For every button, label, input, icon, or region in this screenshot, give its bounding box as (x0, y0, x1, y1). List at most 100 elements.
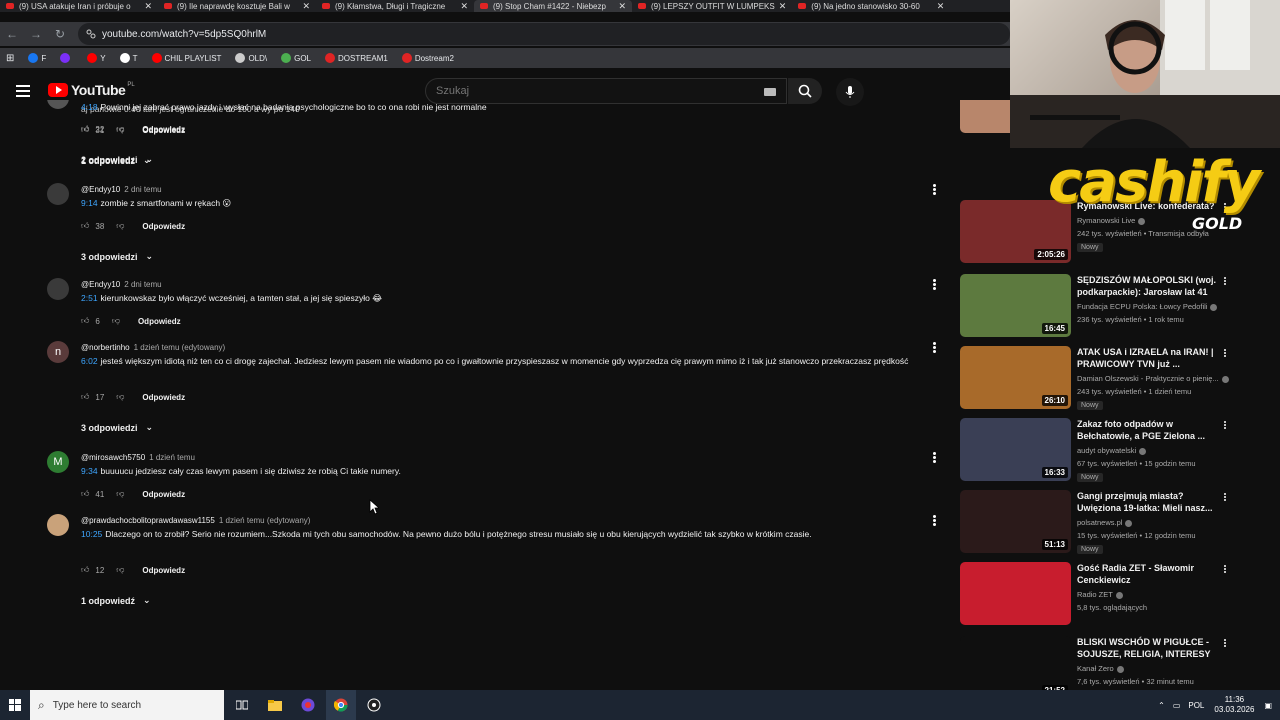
bookmark-item[interactable]: CHIL PLAYLIST (151, 53, 221, 63)
language-indicator[interactable]: POL (1188, 701, 1204, 710)
dislike-icon[interactable]: 👎︎ (116, 565, 124, 575)
video-channel[interactable]: Damian Olszewski - Praktycznie o pienię.… (1077, 374, 1229, 383)
like-icon[interactable]: 👍︎ (81, 565, 89, 575)
taskbar-search[interactable]: ⌕ Type here to search (30, 690, 224, 720)
video-thumbnail[interactable] (960, 562, 1071, 625)
dislike-icon[interactable]: 👎︎ (116, 392, 124, 402)
comment-author[interactable]: @Endyy10 (81, 185, 120, 194)
notification-icon[interactable]: ▣ (1264, 701, 1272, 710)
like-icon[interactable]: 👍︎ (81, 125, 89, 135)
app-icon[interactable] (293, 690, 323, 720)
video-title[interactable]: Gangi przejmują miasta? Uwięziona 19-lat… (1077, 490, 1217, 514)
reply-button[interactable]: Odpowiedz (142, 222, 185, 231)
youtube-logo[interactable]: YouTube PL (48, 82, 135, 98)
browser-tab[interactable]: (9) Stop Cham #1422 - Niebezp ✕ (474, 0, 632, 12)
site-info-icon[interactable] (86, 29, 96, 39)
close-tab-icon[interactable]: ✕ (779, 1, 787, 12)
video-title[interactable]: SĘDZISZÓW MAŁOPOLSKI (woj. podkarpackie)… (1077, 274, 1217, 298)
video-more-icon[interactable] (1222, 638, 1228, 650)
task-view-icon[interactable] (227, 690, 257, 720)
replies-toggle[interactable]: 1 odpowiedź ⌄ (81, 155, 151, 166)
video-title[interactable]: Gość Radia ZET - Sławomir Cenckiewicz (1077, 562, 1217, 586)
dislike-icon[interactable]: 👎︎ (116, 125, 124, 135)
video-more-icon[interactable] (1222, 492, 1228, 504)
related-video[interactable]: Gość Radia ZET - Sławomir Cenckiewicz Rad… (960, 562, 1280, 628)
video-thumbnail[interactable]: 26:10 (960, 346, 1071, 409)
related-video[interactable]: 21:52BLISKI WSCHÓD W PIGUŁCE - SOJUSZE, … (960, 636, 1280, 690)
comment-time[interactable]: 1 dzień temu (edytowany) (134, 343, 226, 352)
dislike-icon[interactable]: 👎︎ (112, 316, 120, 326)
file-explorer-icon[interactable] (260, 690, 290, 720)
video-thumbnail[interactable]: 21:52 (960, 636, 1071, 690)
url-field[interactable]: youtube.com/watch?v=5dp5SQ0hrlM (78, 23, 1010, 45)
video-more-icon[interactable] (1222, 420, 1228, 432)
replies-toggle[interactable]: 1 odpowiedź ⌄ (81, 595, 151, 606)
close-tab-icon[interactable]: ✕ (302, 1, 310, 12)
avatar[interactable]: n (47, 341, 69, 363)
reply-button[interactable]: Odpowiedz (142, 490, 185, 499)
bookmark-item[interactable]: DOSTREAM1 (325, 53, 388, 63)
comment-time[interactable]: 1 dzień temu (149, 453, 195, 462)
bookmark-item[interactable]: OLD\ (235, 53, 267, 63)
timestamp-link[interactable]: 4:18 (81, 102, 98, 112)
reply-button[interactable]: Odpowiedz (142, 126, 185, 135)
close-tab-icon[interactable]: ✕ (937, 1, 945, 12)
bookmark-item[interactable]: GOL (281, 53, 311, 63)
video-title[interactable]: ATAK USA i IZRAELA na IRAN! | PRAWICOWY … (1077, 346, 1217, 370)
browser-tab[interactable]: (9) Ile naprawdę kosztuje Bali w ✕ (158, 0, 316, 12)
network-icon[interactable]: ▭ (1173, 701, 1181, 710)
browser-tab[interactable]: (9) LEPSZY OUTFIT W LUMPEKS ✕ (632, 0, 792, 12)
bookmark-item[interactable]: Y (87, 53, 106, 63)
video-more-icon[interactable] (1222, 348, 1228, 360)
related-video[interactable]: 51:13 Gangi przejmują miasta? Uwięziona 1… (960, 490, 1280, 556)
comment-more-icon[interactable] (931, 451, 937, 465)
tray-chevron-up-icon[interactable]: ⌃ (1158, 701, 1165, 710)
reply-button[interactable]: Odpowiedz (142, 566, 185, 575)
related-video[interactable]: 16:45 SĘDZISZÓW MAŁOPOLSKI (woj. podkarpa… (960, 274, 1280, 340)
timestamp-link[interactable]: 9:14 (81, 198, 98, 208)
like-icon[interactable]: 👍︎ (81, 221, 89, 231)
related-video[interactable]: 16:33 Zakaz foto odpadów w Bełchatowie, a… (960, 418, 1280, 484)
comment-author[interactable]: @Endyy10 (81, 280, 120, 289)
browser-tab[interactable]: (9) USA atakuje Iran i próbuje o ✕ (0, 0, 158, 12)
comment-more-icon[interactable] (931, 183, 937, 197)
timestamp-link[interactable]: 2:51 (81, 293, 98, 303)
comment-time[interactable]: 2 dni temu (124, 280, 161, 289)
video-thumbnail[interactable]: 16:33 (960, 418, 1071, 481)
dislike-icon[interactable]: 👎︎ (116, 221, 124, 231)
comment-time[interactable]: 2 dni temu (124, 185, 161, 194)
close-tab-icon[interactable]: ✕ (460, 1, 468, 12)
video-thumbnail[interactable]: 51:13 (960, 490, 1071, 553)
video-channel[interactable]: Fundacja ECPU Polska: Łowcy Pedofili (1077, 302, 1218, 311)
comment-more-icon[interactable] (931, 514, 937, 528)
timestamp-link[interactable]: 9:34 (81, 466, 98, 476)
video-channel[interactable]: audyt obywatelski (1077, 446, 1147, 455)
video-channel[interactable]: Radio ZET (1077, 590, 1123, 599)
bookmark-item[interactable]: T (119, 53, 138, 63)
close-tab-icon[interactable]: ✕ (144, 1, 152, 12)
dislike-icon[interactable]: 👎︎ (116, 489, 124, 499)
like-icon[interactable]: 👍︎ (81, 316, 89, 326)
video-more-icon[interactable] (1222, 564, 1228, 576)
clock[interactable]: 11:36 03.03.2026 (1214, 695, 1254, 715)
video-channel[interactable]: Kanał Zero (1077, 664, 1124, 673)
video-title[interactable]: BLISKI WSCHÓD W PIGUŁCE - SOJUSZE, RELIG… (1077, 636, 1217, 660)
timestamp-link[interactable]: 10:25 (81, 529, 102, 539)
search-input[interactable] (436, 85, 736, 97)
comment-more-icon[interactable] (931, 341, 937, 355)
video-thumbnail[interactable]: 16:45 (960, 274, 1071, 337)
keyboard-icon[interactable] (764, 88, 776, 96)
comment-author[interactable]: @norbertinho (81, 343, 130, 352)
video-title[interactable]: Zakaz foto odpadów w Bełchatowie, a PGE … (1077, 418, 1217, 442)
comment-more-icon[interactable] (931, 278, 937, 292)
related-video[interactable]: 26:10 ATAK USA i IZRAELA na IRAN! | PRAWI… (960, 346, 1280, 412)
timestamp-link[interactable]: 6:02 (81, 356, 98, 366)
start-button[interactable] (0, 690, 30, 720)
avatar[interactable] (47, 514, 69, 536)
reload-icon[interactable]: ↻ (48, 27, 72, 41)
like-icon[interactable]: 👍︎ (81, 489, 89, 499)
bookmark-item[interactable] (60, 53, 73, 63)
video-more-icon[interactable] (1222, 276, 1228, 288)
like-icon[interactable]: 👍︎ (81, 392, 89, 402)
avatar[interactable] (47, 183, 69, 205)
